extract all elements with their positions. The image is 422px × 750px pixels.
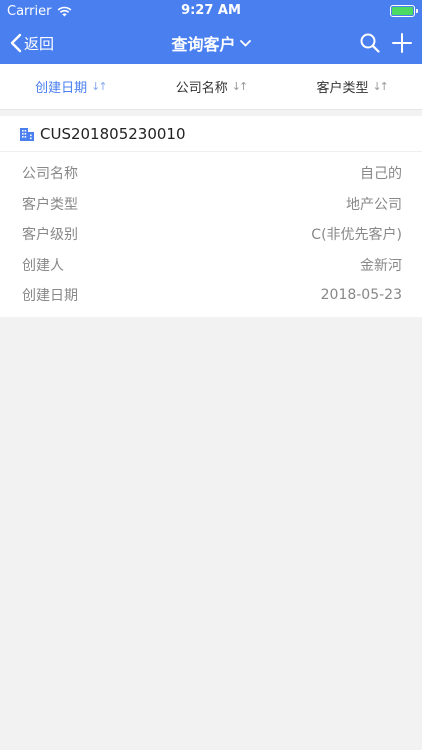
field-value: 金新河 <box>360 257 402 274</box>
sort-bar: 创建日期 ↓↑ 公司名称 ↓↑ 客户类型 ↓↑ <box>0 64 422 110</box>
sort-arrows-icon: ↓↑ <box>231 80 249 93</box>
sort-label: 公司名称 <box>175 81 228 96</box>
customer-id: CUS201805230010 <box>40 124 186 143</box>
search-icon[interactable] <box>360 33 380 53</box>
battery-icon <box>390 5 418 17</box>
sort-by-customer-type[interactable]: 客户类型 ↓↑ <box>281 64 422 109</box>
field-label: 创建人 <box>22 257 64 274</box>
field-value: C(非优先客户) <box>311 227 402 244</box>
sort-arrows-icon: ↓↑ <box>91 80 108 93</box>
field-row-customer-type: 客户类型 地产公司 <box>0 189 422 220</box>
field-label: 创建日期 <box>22 288 78 305</box>
sort-arrows-icon: ↓↑ <box>372 80 389 93</box>
field-row-create-date: 创建日期 2018-05-23 <box>0 280 422 311</box>
back-button[interactable]: 返回 <box>10 33 54 54</box>
chevron-down-icon <box>239 39 251 47</box>
nav-title-dropdown[interactable]: 查询客户 <box>0 31 422 55</box>
field-label: 客户类型 <box>22 196 78 213</box>
field-value: 地产公司 <box>346 196 402 213</box>
page-title: 查询客户 <box>171 35 236 54</box>
field-value: 2018-05-23 <box>320 287 402 304</box>
sort-label: 客户类型 <box>316 81 369 96</box>
chevron-left-icon <box>10 33 22 53</box>
field-row-company-name: 公司名称 自己的 <box>0 158 422 189</box>
field-value: 自己的 <box>360 166 402 183</box>
customer-card[interactable]: CUS201805230010 公司名称 自己的 客户类型 地产公司 客户级别 … <box>0 116 422 317</box>
nav-bar: 返回 查询客户 <box>0 22 422 64</box>
sort-label: 创建日期 <box>35 81 88 96</box>
sort-by-company-name[interactable]: 公司名称 ↓↑ <box>141 64 282 109</box>
field-label: 公司名称 <box>22 166 78 183</box>
card-header: CUS201805230010 <box>0 116 422 152</box>
sort-by-create-date[interactable]: 创建日期 ↓↑ <box>0 64 141 109</box>
building-icon <box>20 127 34 141</box>
status-time: 9:27 AM <box>181 3 241 18</box>
field-row-creator: 创建人 金新河 <box>0 250 422 281</box>
header: Carrier 9:27 AM 返回 查询客户 <box>0 0 422 64</box>
status-bar: Carrier 9:27 AM <box>0 0 422 22</box>
back-label: 返回 <box>24 34 55 53</box>
field-label: 客户级别 <box>22 227 78 244</box>
add-icon[interactable] <box>392 33 412 53</box>
field-row-customer-level: 客户级别 C(非优先客户) <box>0 219 422 250</box>
